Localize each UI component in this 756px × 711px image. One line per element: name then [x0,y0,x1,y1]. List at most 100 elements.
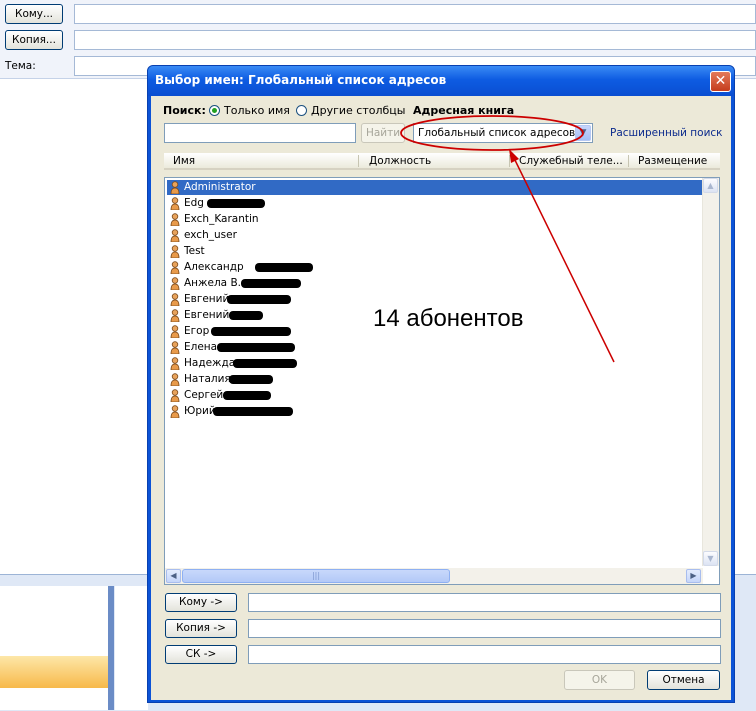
user-icon [170,213,180,226]
list-item-name: exch_user [184,229,237,241]
horizontal-scrollbar[interactable]: ◀ ||| ▶ [165,568,703,584]
select-names-dialog: Выбор имен: Глобальный список адресов ✕ … [147,65,735,703]
list-item[interactable]: Наталия [167,372,702,387]
scroll-right-icon[interactable]: ▶ [686,569,701,583]
list-item[interactable]: Надежда [167,356,702,371]
list-item-name: Edg [184,197,204,209]
redaction-mark [211,327,291,336]
redaction-mark [255,263,313,272]
list-item-name: Евгений [184,309,230,321]
address-book-label: Адресная книга [413,104,515,117]
radio-other-columns[interactable] [296,105,307,116]
cc-recipient-field[interactable] [248,619,721,638]
list-item-name: Exch_Karantin [184,213,259,225]
cc-field[interactable] [74,30,756,50]
radio-name-only-label: Только имя [224,104,290,117]
radio-name-only[interactable] [209,105,220,116]
user-icon [170,389,180,402]
redaction-mark [223,391,271,400]
column-header-phone[interactable]: Служебный теле... [519,155,623,167]
radio-other-columns-label: Другие столбцы [311,104,406,117]
list-item[interactable]: Елена [167,340,702,355]
redaction-mark [241,279,301,288]
list-item-name: Юрий [184,405,216,417]
user-icon [170,357,180,370]
user-icon [170,229,180,242]
list-item[interactable]: Александр [167,260,702,275]
close-icon[interactable]: ✕ [710,71,731,92]
scroll-down-icon[interactable]: ▼ [703,551,718,566]
ok-button[interactable]: OK [564,670,635,690]
list-item[interactable]: Edg [167,196,702,211]
user-icon [170,373,180,386]
scroll-left-icon[interactable]: ◀ [166,569,181,583]
scroll-thumb[interactable]: ||| [182,569,450,583]
column-header-location[interactable]: Размещение [638,155,707,167]
list-item-name: Егор [184,325,210,337]
to-button[interactable]: Кому... [5,4,63,24]
redaction-mark [227,295,291,304]
redaction-mark [207,199,265,208]
user-icon [170,197,180,210]
list-item-name: Administrator [184,181,256,193]
list-item-name: Сергей [184,389,224,401]
dialog-title: Выбор имен: Глобальный список адресов [155,73,447,87]
list-item[interactable]: exch_user [167,228,702,243]
bcc-recipient-field[interactable] [248,645,721,664]
user-icon [170,245,180,258]
list-item-name: Евгений [184,293,230,305]
vertical-scrollbar[interactable]: ▲ ▼ [702,178,719,566]
cc-recipient-button[interactable]: Копия -> [165,619,237,638]
list-item[interactable]: Анжела В. [167,276,702,291]
list-item-name: Наталия [184,373,231,385]
find-button[interactable]: Найти [361,123,405,143]
to-recipient-button[interactable]: Кому -> [165,593,237,612]
cancel-button[interactable]: Отмена [647,670,720,690]
column-divider[interactable] [358,155,359,167]
user-icon [170,309,180,322]
cc-button[interactable]: Копия... [5,30,63,50]
redaction-mark [229,375,273,384]
redaction-mark [217,343,295,352]
user-icon [170,341,180,354]
user-icon [170,261,180,274]
bcc-recipient-button[interactable]: СК -> [165,645,237,664]
navigation-pane [0,586,111,710]
list-item[interactable]: Юрий [167,404,702,419]
redaction-mark [213,407,293,416]
column-divider[interactable] [509,155,510,167]
user-icon [170,181,180,194]
scroll-up-icon[interactable]: ▲ [703,178,718,193]
search-input[interactable] [164,123,356,143]
dialog-body: Поиск: Только имя Другие столбцы Адресна… [151,96,731,700]
list-item[interactable]: Administrator [167,180,702,195]
search-label: Поиск: [163,104,206,117]
list-item-name: Test [184,245,205,257]
navigation-selected-item[interactable] [0,656,110,688]
to-field[interactable] [74,4,756,24]
chevron-down-icon[interactable]: ▼ [575,125,591,141]
list-item[interactable]: Exch_Karantin [167,212,702,227]
list-item-name: Анжела В. [184,277,241,289]
annotation-text: 14 абонентов [373,305,524,332]
user-icon [170,325,180,338]
column-header-name[interactable]: Имя [173,155,195,167]
address-book-value: Глобальный список адресов [418,127,576,139]
pane-splitter[interactable] [108,586,114,710]
address-book-select[interactable]: Глобальный список адресов ▼ [413,123,593,143]
list-item[interactable]: Test [167,244,702,259]
user-icon [170,405,180,418]
redaction-mark [233,359,297,368]
user-icon [170,293,180,306]
user-icon [170,277,180,290]
dialog-titlebar[interactable]: Выбор имен: Глобальный список адресов ✕ [148,66,734,96]
list-item-name: Надежда [184,357,236,369]
column-divider[interactable] [628,155,629,167]
subject-label: Тема: [5,60,36,72]
list-item[interactable]: Сергей [167,388,702,403]
advanced-search-link[interactable]: Расширенный поиск [610,127,723,139]
to-recipient-field[interactable] [248,593,721,612]
list-item-name: Елена [184,341,218,353]
column-header-title[interactable]: Должность [369,155,431,167]
redaction-mark [229,311,263,320]
